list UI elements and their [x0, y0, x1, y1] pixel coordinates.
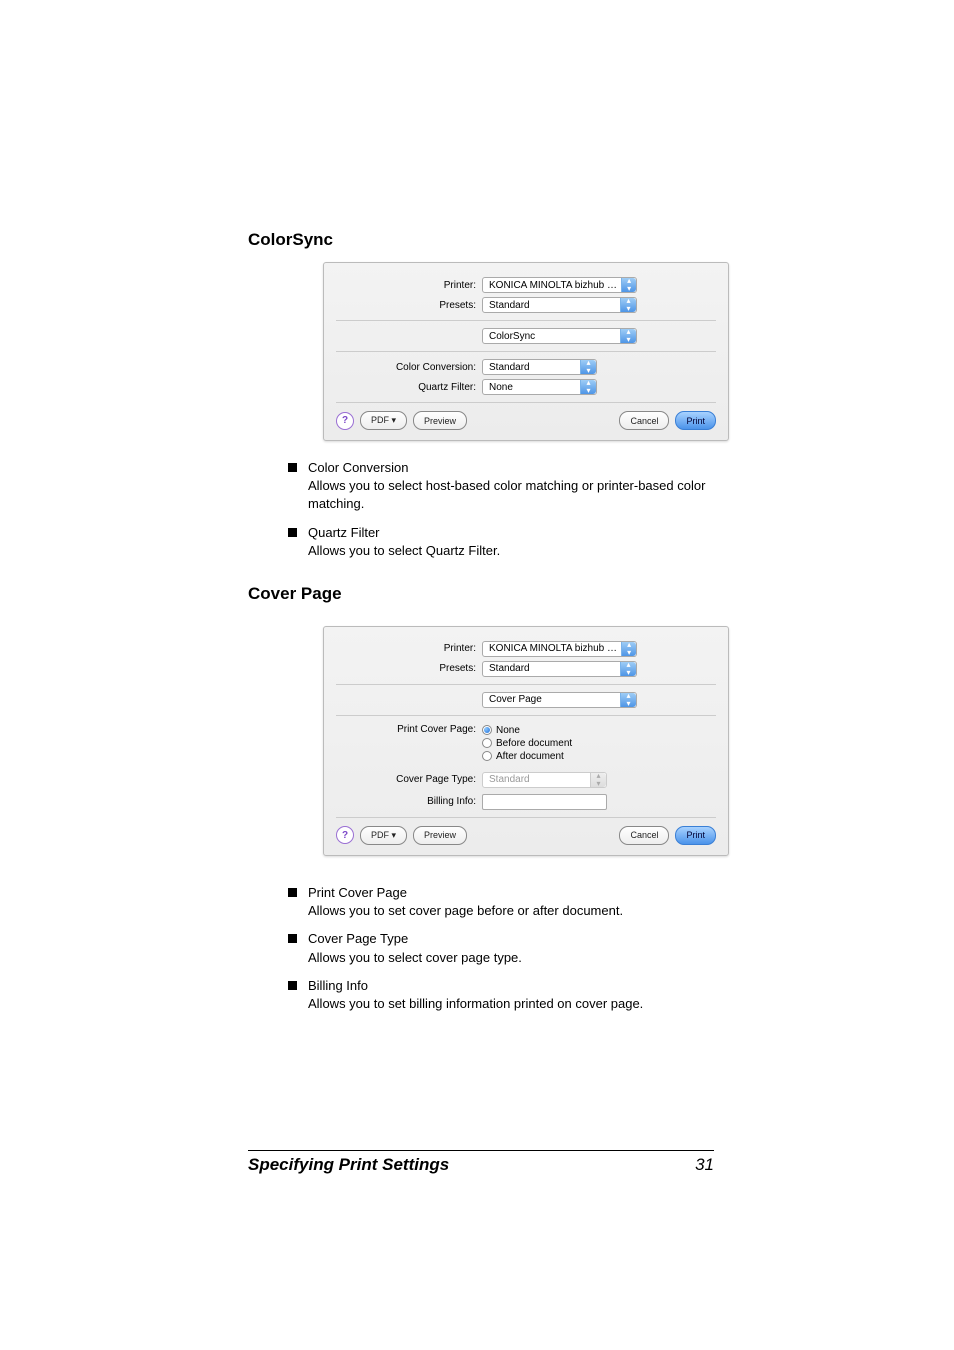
item-body: Allows you to select Quartz Filter. — [308, 542, 714, 560]
preview-button[interactable]: Preview — [413, 826, 467, 845]
popup-arrows-icon: ▴▾ — [621, 278, 636, 292]
list-item: Cover Page Type Allows you to select cov… — [288, 930, 714, 966]
printer-popup[interactable]: KONICA MINOLTA bizhub C10... ▴▾ — [482, 641, 637, 657]
printer-value: KONICA MINOLTA bizhub C10... — [489, 280, 621, 291]
pane-popup[interactable]: ColorSync ▴▾ — [482, 328, 637, 344]
divider — [336, 402, 716, 403]
coverpage-description-list: Print Cover Page Allows you to set cover… — [248, 884, 714, 1013]
print-dialog-colorsync: Printer: KONICA MINOLTA bizhub C10... ▴▾… — [323, 262, 729, 441]
item-title: Billing Info — [308, 977, 714, 995]
quartz-filter-popup[interactable]: None ▴▾ — [482, 379, 597, 395]
document-page: ColorSync Printer: KONICA MINOLTA bizhub… — [0, 0, 954, 1350]
pdf-button[interactable]: PDF ▾ — [360, 826, 407, 845]
printer-value: KONICA MINOLTA bizhub C10... — [489, 643, 621, 654]
radio-label: Before document — [496, 738, 572, 749]
item-title: Print Cover Page — [308, 884, 714, 902]
popup-arrows-icon: ▴▾ — [580, 360, 596, 374]
presets-value: Standard — [489, 663, 530, 674]
quartz-filter-value: None — [489, 382, 513, 393]
radio-label: After document — [496, 751, 564, 762]
printer-label: Printer: — [336, 280, 482, 291]
section-heading-colorsync: ColorSync — [248, 230, 714, 250]
print-button[interactable]: Print — [675, 411, 716, 430]
presets-popup[interactable]: Standard ▴▾ — [482, 297, 637, 313]
radio-after-document[interactable]: After document — [482, 751, 572, 762]
list-item: Print Cover Page Allows you to set cover… — [288, 884, 714, 920]
popup-arrows-icon: ▴▾ — [620, 693, 636, 707]
cancel-button[interactable]: Cancel — [619, 411, 669, 430]
item-body: Allows you to set billing information pr… — [308, 995, 714, 1013]
divider — [336, 715, 716, 716]
colorsync-description-list: Color Conversion Allows you to select ho… — [248, 459, 714, 560]
billing-info-label: Billing Info: — [336, 796, 482, 807]
list-item: Quartz Filter Allows you to select Quart… — [288, 524, 714, 560]
pane-value: Cover Page — [489, 694, 542, 705]
divider — [336, 351, 716, 352]
printer-label: Printer: — [336, 643, 482, 654]
color-conversion-popup[interactable]: Standard ▴▾ — [482, 359, 597, 375]
cover-page-type-label: Cover Page Type: — [336, 774, 482, 785]
cover-page-type-popup: Standard ▴▾ — [482, 772, 607, 788]
printer-popup[interactable]: KONICA MINOLTA bizhub C10... ▴▾ — [482, 277, 637, 293]
item-title: Cover Page Type — [308, 930, 714, 948]
cover-page-type-value: Standard — [489, 774, 530, 785]
print-dialog-coverpage: Printer: KONICA MINOLTA bizhub C10... ▴▾… — [323, 626, 729, 856]
color-conversion-value: Standard — [489, 362, 530, 373]
radio-icon — [482, 725, 492, 735]
footer-title: Specifying Print Settings — [248, 1155, 449, 1175]
radio-none[interactable]: None — [482, 725, 572, 736]
color-conversion-label: Color Conversion: — [336, 362, 482, 373]
popup-arrows-icon: ▴▾ — [621, 642, 636, 656]
presets-label: Presets: — [336, 663, 482, 674]
list-item: Billing Info Allows you to set billing i… — [288, 977, 714, 1013]
print-button[interactable]: Print — [675, 826, 716, 845]
footer-page-number: 31 — [695, 1155, 714, 1175]
item-title: Color Conversion — [308, 459, 714, 477]
popup-arrows-icon: ▴▾ — [580, 380, 596, 394]
help-button[interactable]: ? — [336, 412, 354, 430]
item-body: Allows you to select host-based color ma… — [308, 477, 714, 513]
list-item: Color Conversion Allows you to select ho… — [288, 459, 714, 514]
print-cover-page-radios: None Before document After document — [482, 723, 572, 764]
item-body: Allows you to set cover page before or a… — [308, 902, 714, 920]
popup-arrows-icon: ▴▾ — [620, 298, 636, 312]
radio-label: None — [496, 725, 520, 736]
quartz-filter-label: Quartz Filter: — [336, 382, 482, 393]
divider — [336, 684, 716, 685]
divider — [336, 320, 716, 321]
pane-popup[interactable]: Cover Page ▴▾ — [482, 692, 637, 708]
item-title: Quartz Filter — [308, 524, 714, 542]
billing-info-input[interactable] — [482, 794, 607, 810]
radio-icon — [482, 751, 492, 761]
presets-popup[interactable]: Standard ▴▾ — [482, 661, 637, 677]
popup-arrows-icon: ▴▾ — [590, 773, 606, 787]
pane-value: ColorSync — [489, 331, 535, 342]
footer-rule — [248, 1150, 714, 1151]
section-heading-coverpage: Cover Page — [248, 584, 714, 604]
print-cover-page-label: Print Cover Page: — [336, 723, 482, 735]
divider — [336, 817, 716, 818]
popup-arrows-icon: ▴▾ — [620, 662, 636, 676]
item-body: Allows you to select cover page type. — [308, 949, 714, 967]
help-button[interactable]: ? — [336, 826, 354, 844]
presets-label: Presets: — [336, 300, 482, 311]
popup-arrows-icon: ▴▾ — [620, 329, 636, 343]
radio-before-document[interactable]: Before document — [482, 738, 572, 749]
radio-icon — [482, 738, 492, 748]
cancel-button[interactable]: Cancel — [619, 826, 669, 845]
pdf-button[interactable]: PDF ▾ — [360, 411, 407, 430]
presets-value: Standard — [489, 300, 530, 311]
preview-button[interactable]: Preview — [413, 411, 467, 430]
page-footer: Specifying Print Settings 31 — [248, 1150, 714, 1175]
